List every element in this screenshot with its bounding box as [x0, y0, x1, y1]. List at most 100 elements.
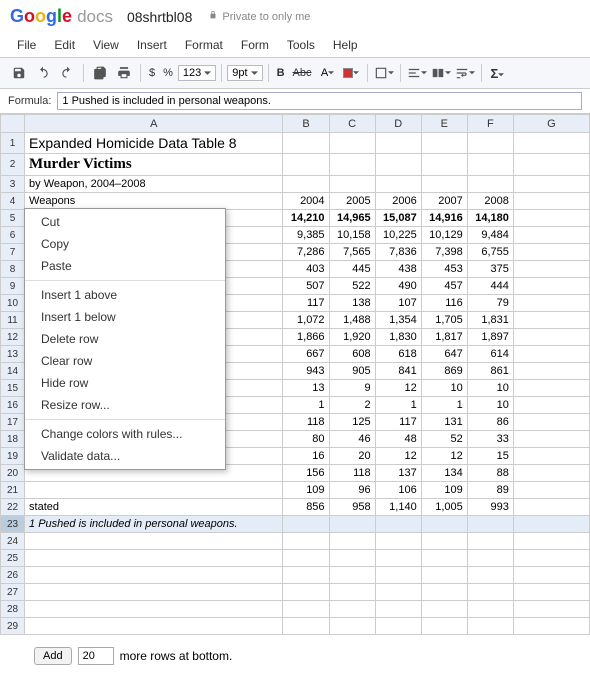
cell[interactable]: 861 — [467, 363, 513, 380]
cell[interactable]: 33 — [467, 431, 513, 448]
cell[interactable]: 12 — [421, 448, 467, 465]
context-menu-item[interactable]: Copy — [25, 233, 225, 255]
cell[interactable]: 618 — [375, 346, 421, 363]
cell[interactable]: 118 — [283, 414, 329, 431]
cell[interactable] — [329, 133, 375, 154]
cell[interactable] — [513, 154, 589, 176]
text-color-dropdown[interactable]: A — [316, 62, 338, 84]
cell[interactable]: 117 — [283, 295, 329, 312]
cell[interactable]: 52 — [421, 431, 467, 448]
cell[interactable]: 88 — [467, 465, 513, 482]
cell[interactable]: 1 — [283, 397, 329, 414]
cell[interactable]: 9,484 — [467, 227, 513, 244]
save-icon[interactable] — [8, 62, 30, 84]
cell[interactable] — [467, 584, 513, 601]
cell[interactable] — [25, 584, 283, 601]
cell[interactable]: 20 — [329, 448, 375, 465]
cell[interactable] — [25, 601, 283, 618]
cell[interactable]: 1 Pushed is included in personal weapons… — [25, 516, 283, 533]
context-menu-item[interactable]: Cut — [25, 211, 225, 233]
cell[interactable] — [513, 329, 589, 346]
cell[interactable] — [25, 618, 283, 635]
cell[interactable]: 9,385 — [283, 227, 329, 244]
cell[interactable]: 1,488 — [329, 312, 375, 329]
cell[interactable] — [513, 312, 589, 329]
cell[interactable]: 80 — [283, 431, 329, 448]
cell[interactable]: 118 — [329, 465, 375, 482]
strike-button[interactable]: Abc — [290, 67, 315, 79]
add-rows-button[interactable]: Add — [34, 647, 72, 665]
row-header[interactable]: 4 — [1, 193, 25, 210]
cell[interactable] — [421, 133, 467, 154]
cell[interactable]: 1,817 — [421, 329, 467, 346]
cell[interactable] — [283, 601, 329, 618]
cell[interactable]: 156 — [283, 465, 329, 482]
row-header[interactable]: 18 — [1, 431, 25, 448]
cell[interactable]: 12 — [375, 448, 421, 465]
cell[interactable]: 117 — [375, 414, 421, 431]
row-header[interactable]: 5 — [1, 210, 25, 227]
cell[interactable]: 125 — [329, 414, 375, 431]
row-header[interactable]: 16 — [1, 397, 25, 414]
cell[interactable] — [513, 227, 589, 244]
cell[interactable]: 457 — [421, 278, 467, 295]
cell[interactable]: 1,830 — [375, 329, 421, 346]
cell[interactable]: 109 — [283, 482, 329, 499]
cell[interactable]: 438 — [375, 261, 421, 278]
currency-format[interactable]: $ — [146, 67, 158, 79]
row-header[interactable]: 14 — [1, 363, 25, 380]
context-menu-item[interactable]: Clear row — [25, 350, 225, 372]
cell[interactable]: 490 — [375, 278, 421, 295]
cell[interactable]: 608 — [329, 346, 375, 363]
cell[interactable] — [283, 567, 329, 584]
cell[interactable]: 13 — [283, 380, 329, 397]
row-header[interactable]: 26 — [1, 567, 25, 584]
row-header[interactable]: 17 — [1, 414, 25, 431]
cell[interactable] — [513, 133, 589, 154]
cell[interactable] — [329, 584, 375, 601]
row-header[interactable]: 11 — [1, 312, 25, 329]
cell[interactable] — [375, 516, 421, 533]
cell[interactable]: 1,005 — [421, 499, 467, 516]
cell[interactable]: 647 — [421, 346, 467, 363]
cell[interactable] — [283, 516, 329, 533]
cell[interactable]: 993 — [467, 499, 513, 516]
col-header-d[interactable]: D — [375, 115, 421, 133]
cell[interactable]: 841 — [375, 363, 421, 380]
cell[interactable] — [513, 278, 589, 295]
cell[interactable] — [513, 380, 589, 397]
cell[interactable]: 375 — [467, 261, 513, 278]
cell[interactable] — [329, 516, 375, 533]
cell[interactable]: 79 — [467, 295, 513, 312]
cell[interactable] — [25, 482, 283, 499]
cell[interactable]: 444 — [467, 278, 513, 295]
cell[interactable] — [375, 550, 421, 567]
redo-icon[interactable] — [56, 62, 78, 84]
cell[interactable]: 614 — [467, 346, 513, 363]
cell[interactable] — [283, 584, 329, 601]
undo-icon[interactable] — [32, 62, 54, 84]
cell[interactable] — [375, 584, 421, 601]
bold-button[interactable]: B — [274, 67, 288, 79]
context-menu-item[interactable]: Change colors with rules... — [25, 423, 225, 445]
cell[interactable]: Weapons — [25, 193, 283, 210]
percent-format[interactable]: % — [160, 67, 176, 79]
menu-form[interactable]: Form — [232, 35, 278, 55]
cell[interactable]: 7,565 — [329, 244, 375, 261]
cell[interactable]: 16 — [283, 448, 329, 465]
cell[interactable] — [375, 601, 421, 618]
cell[interactable] — [283, 550, 329, 567]
cell[interactable]: 1,140 — [375, 499, 421, 516]
cell[interactable] — [25, 567, 283, 584]
context-menu-item[interactable]: Delete row — [25, 328, 225, 350]
menu-format[interactable]: Format — [176, 35, 232, 55]
cell[interactable] — [283, 533, 329, 550]
formula-input[interactable] — [57, 92, 582, 110]
cell[interactable] — [513, 567, 589, 584]
cell[interactable]: 1,354 — [375, 312, 421, 329]
cell[interactable] — [467, 154, 513, 176]
cell[interactable]: 10 — [467, 397, 513, 414]
menu-edit[interactable]: Edit — [45, 35, 84, 55]
privacy-indicator[interactable]: Private to only me — [208, 10, 310, 23]
cell[interactable] — [421, 533, 467, 550]
